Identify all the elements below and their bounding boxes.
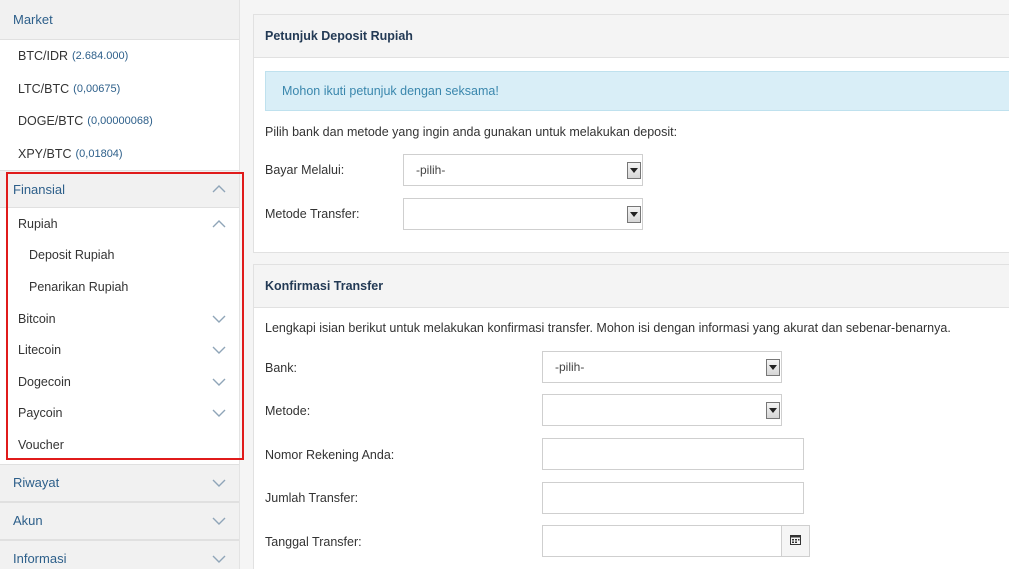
metode-transfer-select[interactable] — [403, 198, 643, 230]
chevron-down-icon — [211, 478, 227, 488]
sidebar-item-voucher[interactable]: Voucher — [0, 429, 239, 461]
chevron-up-icon — [211, 184, 227, 194]
metode-label: Metode: — [265, 404, 311, 418]
sidebar-section-market[interactable]: Market — [0, 0, 239, 40]
sidebar-section-finansial[interactable]: Finansial — [0, 170, 239, 208]
sidebar-item-rupiah[interactable]: Rupiah — [0, 208, 239, 240]
calendar-icon — [790, 534, 801, 548]
metode-select[interactable] — [542, 394, 782, 426]
bayar-melalui-label: Bayar Melalui: — [265, 163, 345, 177]
sidebar-section-riwayat[interactable]: Riwayat — [0, 463, 239, 502]
sidebar-item-label: Penarikan Rupiah — [29, 279, 129, 294]
chevron-down-icon — [211, 377, 227, 387]
sidebar-section-akun[interactable]: Akun — [0, 501, 239, 540]
sidebar-item-label: Bitcoin — [18, 311, 56, 326]
market-pair: BTC/IDR — [18, 49, 68, 64]
deposit-instruction: Pilih bank dan metode yang ingin anda gu… — [265, 125, 678, 139]
market-value: (0,01804) — [75, 147, 123, 160]
market-pair: LTC/BTC — [18, 81, 70, 96]
chevron-down-icon — [211, 314, 227, 324]
sidebar-item-paycoin[interactable]: Paycoin — [0, 398, 239, 430]
bank-label: Bank: — [265, 361, 297, 375]
akun-title: Akun — [13, 513, 43, 529]
sidebar-item-label: Deposit Rupiah — [29, 248, 115, 263]
metode-transfer-label: Metode Transfer: — [265, 207, 360, 221]
bank-select[interactable]: -pilih- — [542, 351, 782, 383]
chevron-down-icon — [211, 516, 227, 526]
market-value: (0,00000068) — [87, 115, 153, 128]
market-value: (0,00675) — [73, 82, 121, 95]
sidebar-item-bitcoin[interactable]: Bitcoin — [0, 303, 239, 335]
dropdown-arrow-icon — [766, 402, 780, 419]
jumlah-transfer-input[interactable] — [542, 482, 804, 514]
sidebar-item-penarikan-rupiah[interactable]: Penarikan Rupiah — [0, 271, 239, 303]
sidebar-section-informasi[interactable]: Informasi — [0, 539, 239, 569]
dropdown-arrow-icon — [627, 206, 641, 223]
market-item-xpy-btc[interactable]: XPY/BTC (0,01804) — [0, 138, 239, 171]
sidebar-item-label: Paycoin — [18, 406, 63, 421]
sidebar: Market BTC/IDR (2.684.000) LTC/BTC (0,00… — [0, 0, 240, 569]
dropdown-arrow-icon — [766, 359, 780, 376]
konfirmasi-instruction: Lengkapi isian berikut untuk melakukan k… — [265, 321, 951, 335]
chevron-up-icon — [211, 219, 227, 229]
sidebar-item-label: Litecoin — [18, 343, 62, 358]
riwayat-title: Riwayat — [13, 475, 60, 491]
deposit-panel-title: Petunjuk Deposit Rupiah — [254, 15, 1009, 58]
main-content: Petunjuk Deposit Rupiah Mohon ikuti petu… — [253, 0, 1009, 569]
bank-value: -pilih- — [555, 360, 585, 374]
konfirmasi-panel: Konfirmasi Transfer Lengkapi isian berik… — [253, 264, 1009, 569]
dropdown-arrow-icon — [627, 162, 641, 179]
sidebar-item-label: Rupiah — [18, 216, 58, 231]
bayar-melalui-value: -pilih- — [416, 163, 446, 177]
market-title: Market — [13, 12, 53, 27]
chevron-down-icon — [211, 345, 227, 355]
nomor-rekening-label: Nomor Rekening Anda: — [265, 448, 395, 462]
sidebar-item-deposit-rupiah[interactable]: Deposit Rupiah — [0, 240, 239, 272]
tanggal-transfer-input[interactable] — [542, 525, 782, 557]
sidebar-item-litecoin[interactable]: Litecoin — [0, 334, 239, 366]
informasi-title: Informasi — [13, 551, 67, 567]
konfirmasi-panel-title: Konfirmasi Transfer — [254, 265, 1009, 308]
sidebar-item-label: Dogecoin — [18, 374, 71, 389]
market-item-ltc-btc[interactable]: LTC/BTC (0,00675) — [0, 73, 239, 106]
market-pair: XPY/BTC — [18, 146, 72, 161]
bayar-melalui-select[interactable]: -pilih- — [403, 154, 643, 186]
market-item-doge-btc[interactable]: DOGE/BTC (0,00000068) — [0, 105, 239, 138]
nomor-rekening-input[interactable] — [542, 438, 804, 470]
chevron-down-icon — [211, 554, 227, 564]
calendar-button[interactable] — [781, 525, 810, 557]
sidebar-item-label: Voucher — [18, 437, 64, 452]
sidebar-item-dogecoin[interactable]: Dogecoin — [0, 366, 239, 398]
finansial-title: Finansial — [13, 181, 66, 197]
deposit-panel: Petunjuk Deposit Rupiah Mohon ikuti petu… — [253, 14, 1009, 253]
chevron-down-icon — [211, 408, 227, 418]
deposit-alert: Mohon ikuti petunjuk dengan seksama! — [265, 71, 1009, 111]
market-pair: DOGE/BTC — [18, 114, 84, 129]
tanggal-transfer-label: Tanggal Transfer: — [265, 535, 362, 549]
jumlah-transfer-label: Jumlah Transfer: — [265, 491, 359, 505]
market-item-btc-idr[interactable]: BTC/IDR (2.684.000) — [0, 40, 239, 73]
market-value: (2.684.000) — [72, 50, 129, 63]
